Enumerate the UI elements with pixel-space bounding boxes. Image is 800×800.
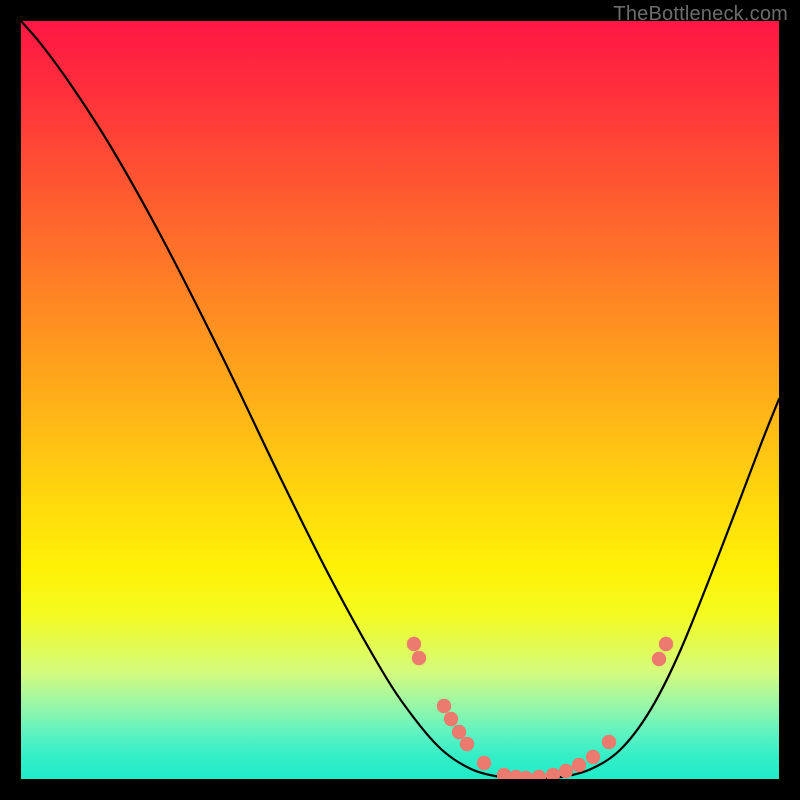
curve-marker bbox=[477, 756, 491, 770]
curve-marker bbox=[559, 764, 573, 778]
curve-marker bbox=[572, 758, 586, 772]
curve-marker bbox=[586, 750, 600, 764]
bottleneck-curve bbox=[21, 21, 779, 778]
curve-markers-group bbox=[407, 637, 673, 779]
curve-marker bbox=[412, 651, 426, 665]
curve-marker bbox=[546, 768, 560, 779]
curve-marker bbox=[460, 737, 474, 751]
curve-marker bbox=[652, 652, 666, 666]
chart-frame bbox=[21, 21, 779, 779]
curve-marker bbox=[532, 770, 546, 779]
curve-marker bbox=[407, 637, 421, 651]
curve-marker bbox=[602, 735, 616, 749]
curve-marker bbox=[452, 725, 466, 739]
curve-marker bbox=[444, 712, 458, 726]
curve-marker bbox=[437, 699, 451, 713]
curve-marker bbox=[659, 637, 673, 651]
chart-svg bbox=[21, 21, 779, 779]
